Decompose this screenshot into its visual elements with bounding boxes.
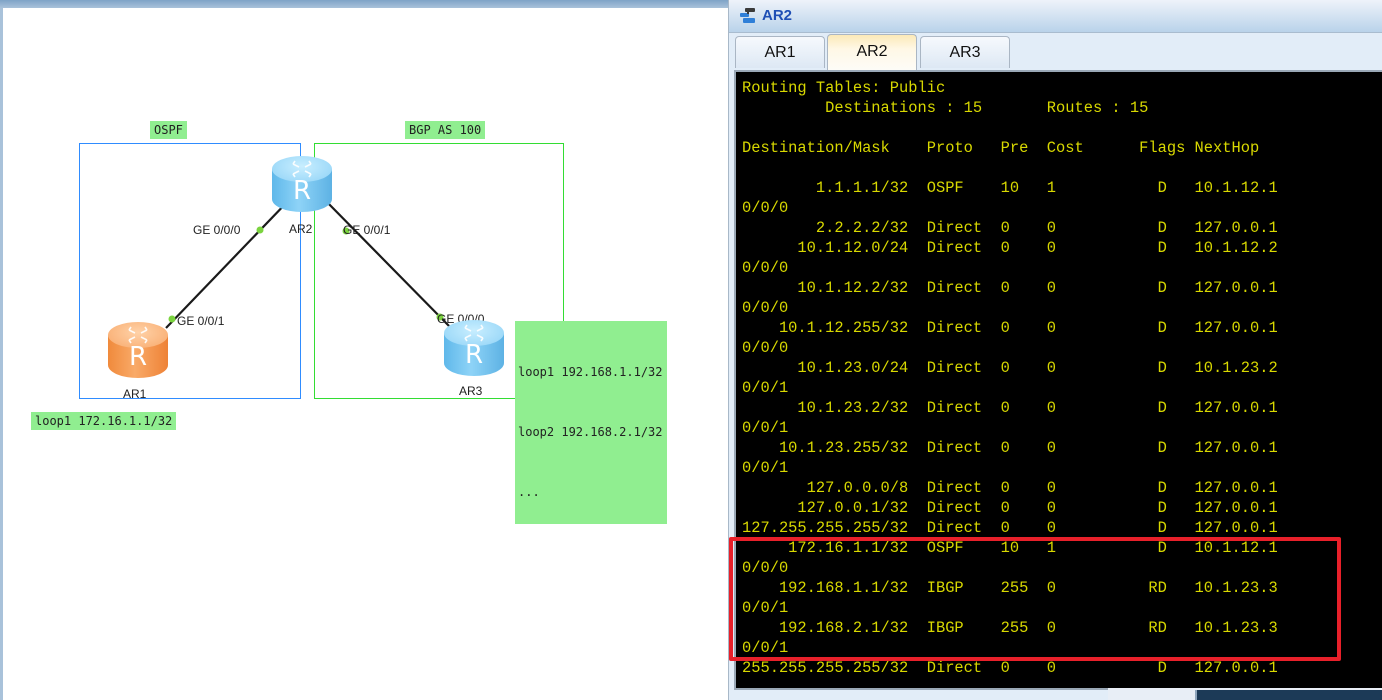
annotation-ar3-loopbacks[interactable]: loop1 192.168.1.1/32 loop2 192.168.2.1/3… bbox=[515, 321, 667, 524]
route-row-interface-wrap: 0/0/1 bbox=[742, 419, 789, 437]
route-row: 127.255.255.255/32 Direct 0 0 D 127.0.0.… bbox=[742, 519, 1278, 537]
port-label-ar2-ge000: GE 0/0/0 bbox=[193, 223, 241, 237]
route-row: 255.255.255.255/32 Direct 0 0 D 127.0.0.… bbox=[742, 659, 1278, 677]
tab-ar2[interactable]: AR2 bbox=[827, 34, 917, 70]
highlight-box-routes bbox=[729, 537, 1341, 661]
router-ar3[interactable]: R bbox=[444, 320, 504, 376]
route-row: 10.1.12.0/24 Direct 0 0 D 10.1.12.2 bbox=[742, 239, 1278, 257]
route-row-interface-wrap: 0/0/1 bbox=[742, 379, 789, 397]
port-dot-ar2-ge000 bbox=[256, 226, 264, 234]
router-glyph: R bbox=[292, 176, 312, 206]
route-row-interface-wrap: 0/0/0 bbox=[742, 339, 789, 357]
routing-table-header: Routing Tables: Public bbox=[742, 79, 946, 97]
route-row: 10.1.12.255/32 Direct 0 0 D 127.0.0.1 bbox=[742, 319, 1278, 337]
device-label-ar3: AR3 bbox=[459, 384, 483, 398]
route-row-interface-wrap: 0/0/0 bbox=[742, 259, 789, 277]
tab-ar3[interactable]: AR3 bbox=[920, 36, 1010, 68]
route-row-interface-wrap: 0/0/0 bbox=[742, 299, 789, 317]
port-label-ar2-ge001: GE 0/0/1 bbox=[343, 223, 391, 237]
background-window-edge bbox=[1195, 690, 1382, 700]
router-glyph: R bbox=[464, 340, 484, 370]
routing-table-summary: Destinations : 15 Routes : 15 bbox=[742, 99, 1149, 117]
device-label-ar2: AR2 bbox=[289, 222, 313, 236]
route-row: 10.1.23.2/32 Direct 0 0 D 127.0.0.1 bbox=[742, 399, 1278, 417]
route-row-interface-wrap: 0/0/0 bbox=[742, 199, 789, 217]
port-label-ar1-ge001: GE 0/0/1 bbox=[177, 314, 225, 328]
console-titlebar[interactable]: AR2 bbox=[729, 0, 1382, 33]
port-dot-ar1-ge001 bbox=[168, 315, 176, 323]
link-ar2-ar3[interactable] bbox=[322, 197, 451, 328]
console-title: AR2 bbox=[762, 7, 793, 24]
device-label-ar1: AR1 bbox=[123, 387, 147, 401]
annotation-line: loop2 192.168.2.1/32 bbox=[518, 425, 663, 439]
route-row: 127.0.0.1/32 Direct 0 0 D 127.0.0.1 bbox=[742, 499, 1278, 517]
link-ar2-ar1[interactable] bbox=[165, 197, 292, 329]
annotation-line: ... bbox=[518, 485, 540, 499]
route-row: 10.1.12.2/32 Direct 0 0 D 127.0.0.1 bbox=[742, 279, 1278, 297]
router-ar1[interactable]: R bbox=[108, 322, 168, 378]
tab-ar1[interactable]: AR1 bbox=[735, 36, 825, 68]
annotation-line: loop1 192.168.1.1/32 bbox=[518, 365, 663, 379]
router-ar2[interactable]: R bbox=[272, 156, 332, 212]
route-row: 127.0.0.0/8 Direct 0 0 D 127.0.0.1 bbox=[742, 479, 1278, 497]
router-glyph: R bbox=[128, 342, 148, 372]
routing-table-columns: Destination/Mask Proto Pre Cost Flags Ne… bbox=[742, 139, 1260, 157]
route-row: 1.1.1.1/32 OSPF 10 1 D 10.1.12.1 bbox=[742, 179, 1278, 197]
route-row: 2.2.2.2/32 Direct 0 0 D 127.0.0.1 bbox=[742, 219, 1278, 237]
annotation-ar1-loopback[interactable]: loop1 172.16.1.1/32 bbox=[31, 412, 177, 430]
route-row: 10.1.23.0/24 Direct 0 0 D 10.1.23.2 bbox=[742, 359, 1278, 377]
route-row: 10.1.23.255/32 Direct 0 0 D 127.0.0.1 bbox=[742, 439, 1278, 457]
terminal-icon bbox=[740, 8, 755, 23]
route-row-interface-wrap: 0/0/1 bbox=[742, 459, 789, 477]
